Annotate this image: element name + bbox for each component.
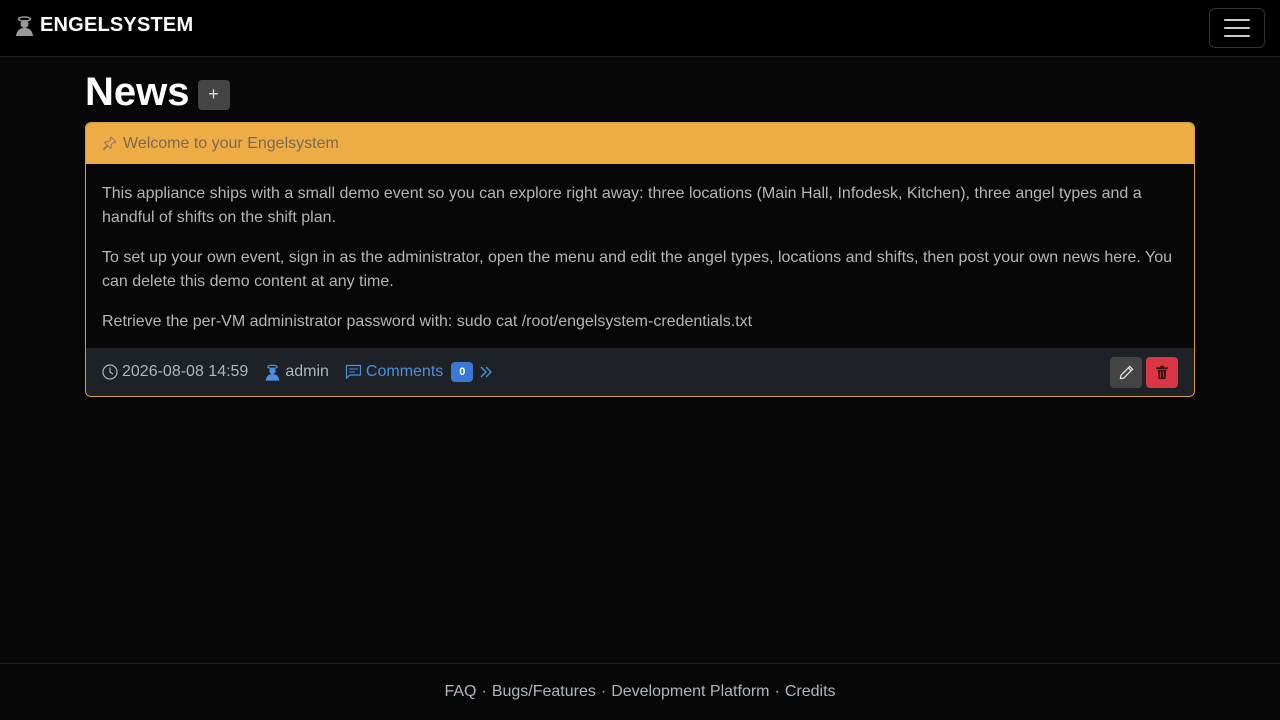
- news-title[interactable]: Welcome to your Engelsystem: [123, 135, 339, 153]
- pencil-icon: [1119, 365, 1134, 380]
- clock-icon: [102, 364, 118, 380]
- news-body: This appliance ships with a small demo e…: [86, 164, 1194, 349]
- brand-link[interactable]: ENGELSYSTEM: [14, 14, 193, 37]
- news-card: Welcome to your Engelsystem This applian…: [85, 122, 1195, 397]
- angel-icon: [16, 15, 33, 36]
- comments-count-badge: 0: [451, 362, 474, 382]
- news-author: admin: [264, 363, 329, 381]
- news-paragraph: This appliance ships with a small demo e…: [102, 185, 1142, 226]
- page-title: News: [85, 70, 190, 114]
- top-navbar: ENGELSYSTEM: [0, 0, 1280, 57]
- trash-icon: [1155, 365, 1169, 380]
- author-name[interactable]: admin: [285, 363, 329, 381]
- news-timestamp: 2026-08-08 14:59: [102, 363, 248, 381]
- news-paragraph: Retrieve the per-VM administrator passwo…: [102, 313, 753, 330]
- news-paragraph: To set up your own event, sign in as the…: [102, 249, 1173, 290]
- footer-link-bugs[interactable]: Bugs/Features: [492, 683, 596, 701]
- footer-link-credits[interactable]: Credits: [785, 683, 836, 701]
- delete-news-button[interactable]: [1146, 356, 1178, 388]
- brand-text: ENGELSYSTEM: [40, 14, 194, 36]
- menu-toggle-button[interactable]: [1209, 8, 1265, 48]
- add-news-button[interactable]: +: [197, 79, 230, 110]
- news-card-footer: 2026-08-08 14:59 admin Comments 0: [86, 348, 1194, 396]
- footer-link-development[interactable]: Development Platform: [611, 683, 769, 701]
- chevron-double-right-icon: [479, 365, 493, 379]
- pin-icon: [102, 136, 117, 151]
- page-header: News +: [85, 70, 230, 115]
- comment-icon: [345, 364, 362, 380]
- timestamp-text: 2026-08-08 14:59: [122, 363, 249, 380]
- page-footer: FAQ · Bugs/Features · Development Platfo…: [0, 663, 1280, 720]
- footer-link-faq[interactable]: FAQ: [444, 683, 476, 701]
- edit-news-button[interactable]: [1110, 356, 1142, 388]
- hamburger-icon: [1224, 13, 1250, 43]
- footer-separator: ·: [774, 683, 780, 700]
- footer-separator: ·: [481, 683, 487, 700]
- news-card-header: Welcome to your Engelsystem: [86, 123, 1194, 164]
- footer-separator: ·: [600, 683, 607, 700]
- comments-label: Comments: [365, 363, 444, 380]
- angel-user-icon: [264, 364, 281, 381]
- comments-link[interactable]: Comments 0: [345, 362, 493, 382]
